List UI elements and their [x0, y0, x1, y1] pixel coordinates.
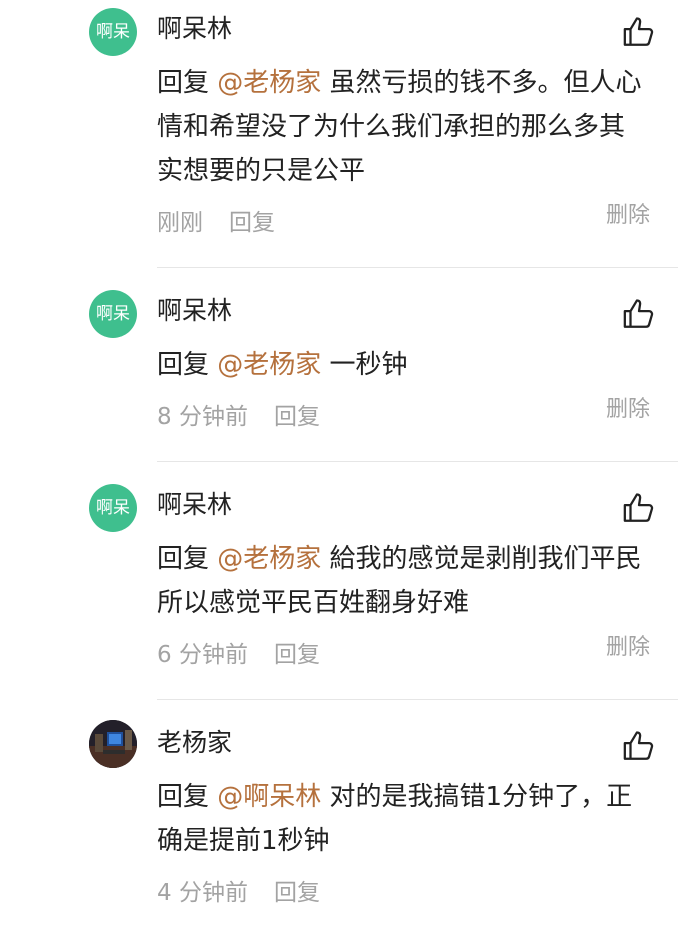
avatar-photo	[89, 720, 137, 768]
divider	[157, 461, 678, 462]
reply-prefix: 回复	[157, 544, 218, 574]
comment-meta: 刚刚 回复	[157, 208, 275, 238]
comment-meta: 8 分钟前 回复	[157, 402, 320, 432]
reply-button[interactable]: 回复	[274, 880, 320, 906]
reply-prefix: 回复	[157, 350, 218, 380]
avatar[interactable]: 啊呆	[89, 484, 137, 532]
reply-button[interactable]: 回复	[274, 404, 320, 430]
username[interactable]: 啊呆林	[157, 295, 232, 327]
thumbs-up-icon[interactable]	[622, 15, 656, 49]
comment-content: 回复 @老杨家 一秒钟	[157, 343, 649, 387]
comment-content: 回复 @老杨家 虽然亏损的钱不多。但人心情和希望没了为什么我们承担的那么多其实想…	[157, 61, 649, 193]
username[interactable]: 啊呆林	[157, 489, 232, 521]
reply-prefix: 回复	[157, 782, 218, 812]
reply-button[interactable]: 回复	[274, 642, 320, 668]
timestamp: 6 分钟前	[157, 642, 248, 668]
delete-button[interactable]: 删除	[606, 633, 650, 663]
mention-link[interactable]: @老杨家	[217, 350, 321, 380]
comment-thread: 啊呆 啊呆林 回复 @老杨家 虽然亏损的钱不多。但人心情和希望没了为什么我们承担…	[0, 0, 678, 926]
timestamp: 4 分钟前	[157, 880, 248, 906]
mention-link[interactable]: @啊呆林	[217, 782, 321, 812]
mention-link[interactable]: @老杨家	[217, 544, 321, 574]
username[interactable]: 老杨家	[157, 727, 232, 759]
avatar[interactable]: 啊呆	[89, 290, 137, 338]
thumbs-up-icon[interactable]	[622, 297, 656, 331]
thumbs-up-icon[interactable]	[622, 491, 656, 525]
timestamp: 8 分钟前	[157, 404, 248, 430]
avatar[interactable]: 啊呆	[89, 8, 137, 56]
divider	[157, 267, 678, 268]
comment-text: 一秒钟	[321, 350, 408, 380]
comment-content: 回复 @老杨家 給我的感觉是剥削我们平民所以感觉平民百姓翻身好难	[157, 537, 649, 625]
comment-meta: 4 分钟前 回复	[157, 878, 320, 908]
delete-button[interactable]: 删除	[606, 201, 650, 231]
username[interactable]: 啊呆林	[157, 13, 232, 45]
delete-button[interactable]: 删除	[606, 395, 650, 425]
avatar[interactable]	[89, 720, 137, 768]
reply-button[interactable]: 回复	[229, 210, 275, 236]
timestamp: 刚刚	[157, 210, 203, 236]
comment-meta: 6 分钟前 回复	[157, 640, 320, 670]
reply-prefix: 回复	[157, 68, 218, 98]
thumbs-up-icon[interactable]	[622, 729, 656, 763]
mention-link[interactable]: @老杨家	[217, 68, 321, 98]
comment-content: 回复 @啊呆林 对的是我搞错1分钟了，正确是提前1秒钟	[157, 775, 649, 863]
divider	[157, 699, 678, 700]
